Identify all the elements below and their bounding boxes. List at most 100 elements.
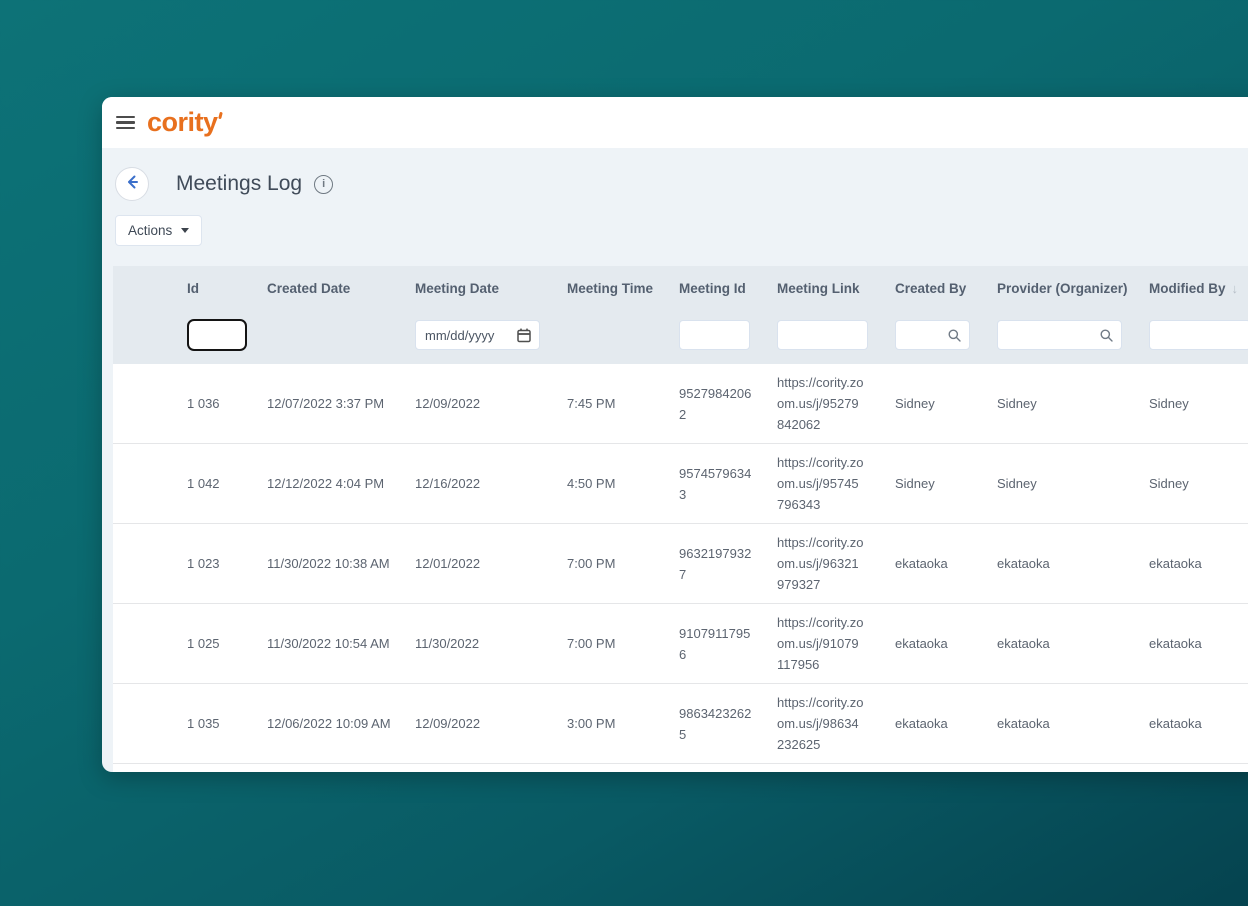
logo-trademark-tick xyxy=(217,111,223,120)
column-header-created-by[interactable]: Created By xyxy=(879,266,981,364)
cell-created-by: ekataoka xyxy=(895,636,948,651)
arrow-left-icon xyxy=(123,173,141,196)
cell-created-date xyxy=(251,764,399,773)
cell-created-date: 11/30/2022 10:54 AM xyxy=(267,636,390,651)
cell-created-date: 12/06/2022 10:09 AM xyxy=(267,716,391,731)
cell-provider: ekataoka xyxy=(997,716,1050,731)
back-button[interactable] xyxy=(115,167,149,201)
table-row[interactable]: 1 036 12/07/2022 3:37 PM 12/09/2022 7:45… xyxy=(113,364,1248,444)
actions-dropdown-button[interactable]: Actions xyxy=(115,215,203,246)
cell-meeting-date: 12/09/2022 xyxy=(415,716,481,731)
created-by-filter[interactable] xyxy=(895,320,970,350)
cell-id: 1 036 xyxy=(187,396,220,411)
cell-meeting-link: https://cority.zoom.us/j/95745796343 xyxy=(777,455,864,512)
cell-provider xyxy=(981,764,1133,773)
cell-id: 1 042 xyxy=(187,476,220,491)
cell-meeting-id: 95279842062 xyxy=(679,385,752,422)
cell-meeting-link: https://cority.zoom.us/j/91079117956 xyxy=(777,615,864,672)
cell-created-by: Sidney xyxy=(895,476,935,491)
cell-meeting-date: 11/30/2022 xyxy=(415,636,480,651)
page-title: Meetings Log xyxy=(176,172,303,195)
column-header-modified-by[interactable]: Modified By ↓ xyxy=(1133,266,1248,364)
id-filter-input[interactable] xyxy=(187,319,247,351)
cell-meeting-id: 98634232625 xyxy=(679,705,752,742)
cell-meeting-time: 3:00 PM xyxy=(567,716,616,731)
search-icon[interactable] xyxy=(947,328,962,343)
column-header-meeting-id[interactable]: Meeting Id xyxy=(663,266,761,364)
cell-modified-by: ekataoka xyxy=(1149,556,1202,571)
chevron-down-icon xyxy=(181,228,190,233)
cell-id xyxy=(171,764,251,773)
cell-meeting-time xyxy=(551,764,663,773)
cority-logo: cority xyxy=(147,107,223,137)
cell-meeting-date xyxy=(399,764,551,773)
cell-created-by: ekataoka xyxy=(895,716,948,731)
cell-meeting-id: 91079117956 xyxy=(679,625,751,662)
cell-meeting-time: 4:50 PM xyxy=(567,476,616,491)
cell-meeting-id: 95745796343 xyxy=(679,465,752,502)
column-header-meeting-link[interactable]: Meeting Link xyxy=(761,266,879,364)
cell-provider: ekataoka xyxy=(997,636,1050,651)
table-row[interactable]: 1 023 11/30/2022 10:38 AM 12/01/2022 7:0… xyxy=(113,523,1248,604)
cell-created-date: 11/30/2022 10:38 AM xyxy=(267,556,390,571)
column-header-provider[interactable]: Provider (Organizer) xyxy=(981,266,1133,364)
table-row[interactable]: 1 035 12/06/2022 10:09 AM 12/09/2022 3:0… xyxy=(113,683,1248,764)
actions-button-label: Actions xyxy=(128,223,173,238)
table-row[interactable]: https://cority.zo xyxy=(113,763,1248,773)
cell-modified-by: Sidney xyxy=(1149,396,1189,411)
cell-meeting-id xyxy=(663,764,761,773)
cell-created-date: 12/07/2022 3:37 PM xyxy=(267,396,385,411)
table-header-row: Id Created Date Meeting Date mm/dd/yyyy … xyxy=(113,266,1248,364)
created-by-filter-input[interactable] xyxy=(903,326,947,344)
cell-meeting-link: https://cority.zoom.us/j/98634232625 xyxy=(777,695,864,752)
logo-text: cority xyxy=(147,107,218,137)
cell-id: 1 025 xyxy=(187,636,220,651)
column-header-meeting-date[interactable]: Meeting Date xyxy=(399,266,551,364)
cell-modified-by: ekataoka xyxy=(1149,636,1202,651)
cell-meeting-id: 96321979327 xyxy=(679,545,752,582)
cell-meeting-time: 7:00 PM xyxy=(567,636,616,651)
search-icon[interactable] xyxy=(1099,328,1114,343)
calendar-icon[interactable] xyxy=(516,327,532,343)
cell-modified-by: ekataoka xyxy=(1149,716,1202,731)
modified-by-filter-input[interactable] xyxy=(1149,320,1248,350)
cell-meeting-link: https://cority.zo xyxy=(761,764,879,773)
column-header-gutter xyxy=(113,266,171,364)
app-window: cority Meetings Log i Actions Id Created… xyxy=(102,97,1248,772)
provider-filter-input[interactable] xyxy=(1005,326,1099,344)
table-row[interactable]: 1 042 12/12/2022 4:04 PM 12/16/2022 4:50… xyxy=(113,443,1248,524)
top-app-bar: cority xyxy=(102,97,1248,148)
cell-created-by: ekataoka xyxy=(895,556,948,571)
sort-arrow-icon: ↓ xyxy=(1231,281,1239,296)
cell-provider: ekataoka xyxy=(997,556,1050,571)
cell-id: 1 023 xyxy=(187,556,220,571)
meeting-id-filter-input[interactable] xyxy=(679,320,750,350)
column-header-id[interactable]: Id xyxy=(171,266,251,364)
meetings-table: Id Created Date Meeting Date mm/dd/yyyy … xyxy=(113,266,1248,772)
cell-meeting-date: 12/16/2022 xyxy=(415,476,481,491)
cell-created-by: Sidney xyxy=(895,396,935,411)
table-row[interactable]: 1 025 11/30/2022 10:54 AM 11/30/2022 7:0… xyxy=(113,603,1248,684)
cell-created-by xyxy=(879,764,981,773)
cell-provider: Sidney xyxy=(997,476,1037,491)
cell-provider: Sidney xyxy=(997,396,1037,411)
info-icon[interactable]: i xyxy=(314,174,334,194)
meeting-link-filter-input[interactable] xyxy=(777,320,868,350)
column-header-created-date[interactable]: Created Date xyxy=(251,266,399,364)
cell-meeting-time: 7:45 PM xyxy=(567,396,616,411)
hamburger-menu-icon[interactable] xyxy=(114,112,137,134)
cell-meeting-link: https://cority.zoom.us/j/96321979327 xyxy=(777,535,864,592)
cell-meeting-link: https://cority.zoom.us/j/95279842062 xyxy=(777,375,864,432)
cell-meeting-date: 12/09/2022 xyxy=(415,396,481,411)
meeting-date-filter-input[interactable] xyxy=(423,326,516,344)
cell-id: 1 035 xyxy=(187,716,220,731)
column-header-meeting-time[interactable]: Meeting Time xyxy=(551,266,663,364)
page-header: Meetings Log i xyxy=(102,148,1248,201)
cell-meeting-date: 12/01/2022 xyxy=(415,556,481,571)
cell-modified-by xyxy=(1133,764,1248,773)
cell-created-date: 12/12/2022 4:04 PM xyxy=(267,476,385,491)
meeting-date-filter[interactable] xyxy=(415,320,540,350)
cell-modified-by: Sidney xyxy=(1149,476,1189,491)
provider-filter[interactable] xyxy=(997,320,1122,350)
cell-meeting-time: 7:00 PM xyxy=(567,556,616,571)
